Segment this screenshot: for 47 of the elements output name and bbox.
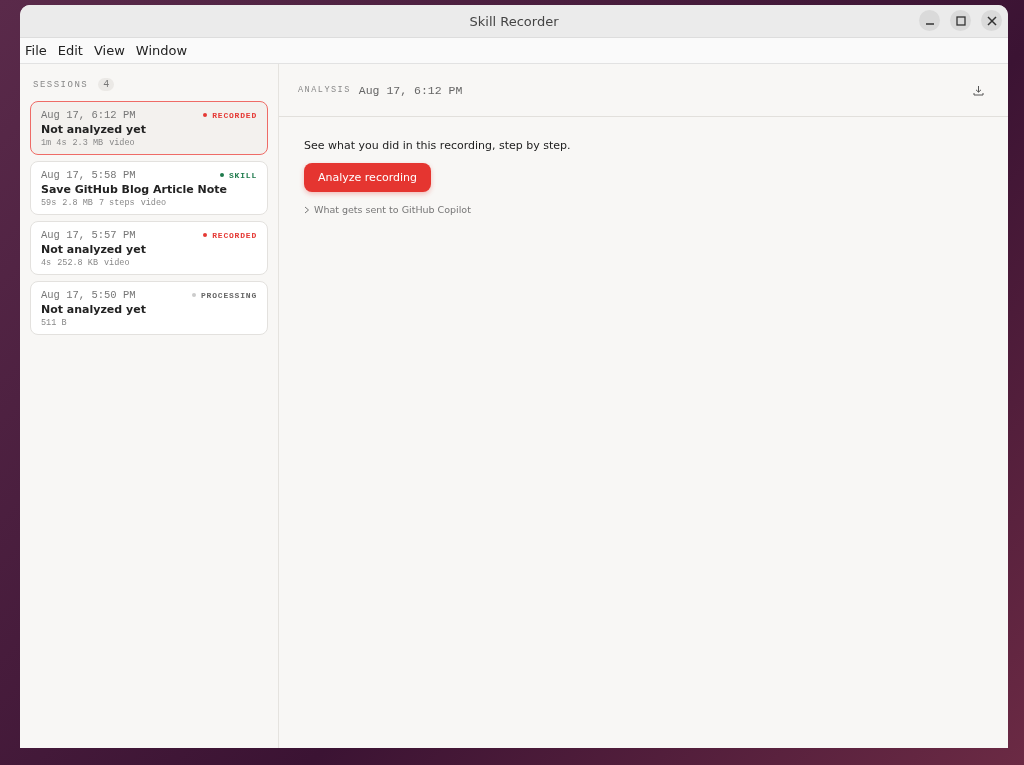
session-meta: 2.3 MB xyxy=(72,138,104,148)
minimize-button[interactable] xyxy=(919,10,940,31)
menu-item[interactable]: Window xyxy=(135,43,188,58)
analyze-button[interactable]: Analyze recording xyxy=(304,163,431,192)
session-meta: video xyxy=(109,138,135,148)
session-title: Not analyzed yet xyxy=(41,303,147,316)
session-meta: video xyxy=(104,258,130,268)
session-meta: 7 steps xyxy=(98,198,135,208)
status-label: SKILL xyxy=(229,170,257,180)
sessions-heading: SESSIONS xyxy=(33,79,89,90)
chevron-icon xyxy=(304,205,310,214)
status-label: RECORDED xyxy=(212,110,257,120)
maximize-button[interactable] xyxy=(950,10,971,31)
menu-item[interactable]: Edit xyxy=(57,43,83,58)
session-meta: 511 B xyxy=(41,318,67,328)
description-text: See what you did in this recording, step by step. xyxy=(304,139,572,152)
session-time: Aug 17, 5:58 PM xyxy=(41,169,137,181)
session-title: Not analyzed yet xyxy=(41,123,147,136)
session-title: Not analyzed yet xyxy=(41,243,147,256)
session-meta: 1m 4s xyxy=(41,138,67,148)
session-title: Save GitHub Blog Article Note xyxy=(41,183,229,196)
session-card[interactable]: Aug 17, 5:50 PM PROCESSING Not analyzed yet 511 B xyxy=(30,281,268,335)
session-meta: 252.8 KB xyxy=(57,258,98,268)
status-label: PROCESSING xyxy=(201,290,257,300)
menu-item[interactable]: View xyxy=(93,43,125,58)
close-icon xyxy=(986,15,997,26)
session-time: Aug 17, 5:57 PM xyxy=(41,229,137,241)
analysis-time: Aug 17, 6:12 PM xyxy=(358,83,464,97)
disclosure-link[interactable]: What gets sent to GitHub Copilot xyxy=(314,204,471,215)
status-label: RECORDED xyxy=(212,230,257,240)
download-icon[interactable] xyxy=(973,84,984,96)
session-card[interactable]: Aug 17, 5:58 PM SKILL Save GitHub Blog Article Note 59s 2.8 MB 7 steps video xyxy=(30,161,268,215)
session-meta: video xyxy=(140,198,167,208)
session-meta: 2.8 MB xyxy=(62,198,93,208)
session-card[interactable]: Aug 17, 5:57 PM RECORDED Not analyzed yet 4s 252.8 KB video xyxy=(30,221,268,275)
session-meta: 4s xyxy=(41,258,52,268)
session-time: Aug 17, 6:12 PM xyxy=(41,109,137,121)
menu-item[interactable]: File xyxy=(25,43,47,58)
session-count: 4 xyxy=(98,78,115,91)
session-time: Aug 17, 5:50 PM xyxy=(41,289,137,301)
session-meta: 59s xyxy=(41,198,57,208)
minimize-icon xyxy=(925,22,934,25)
window-title: Skill Recorder xyxy=(469,13,559,29)
analysis-label: ANALYSIS xyxy=(298,85,351,95)
maximize-icon xyxy=(955,15,966,26)
session-card[interactable]: Aug 17, 6:12 PM RECORDED Not analyzed yet 1m 4s 2.3 MB video xyxy=(30,101,268,155)
close-button[interactable] xyxy=(981,10,1002,31)
